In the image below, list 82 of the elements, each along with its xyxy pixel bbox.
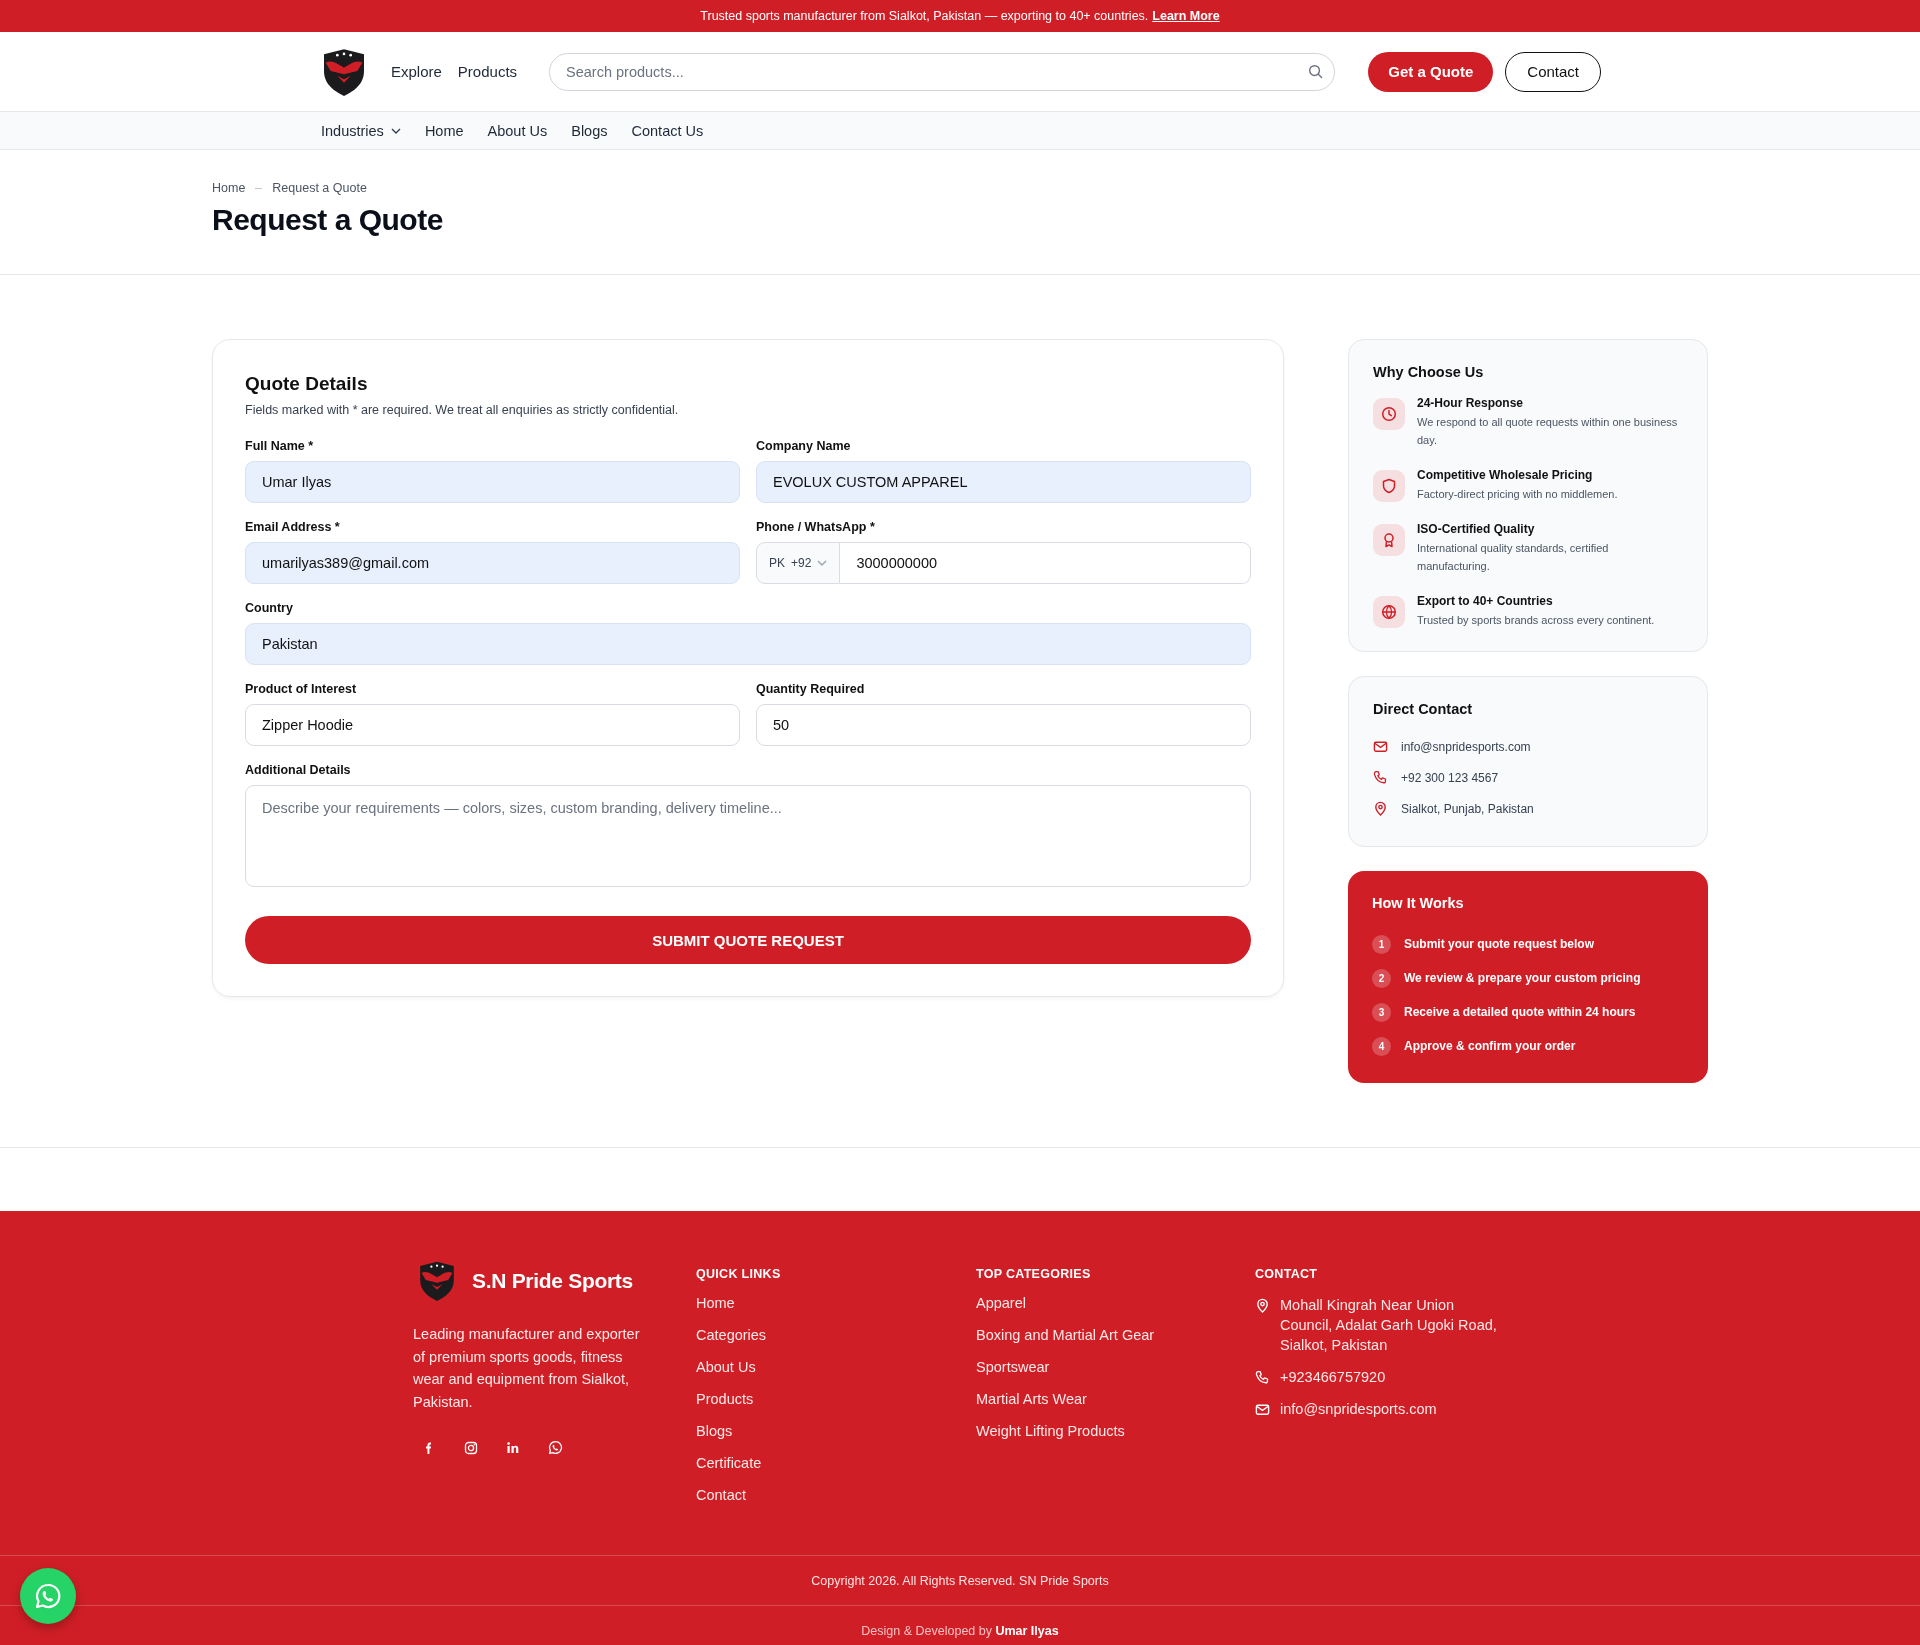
contact-text: info@snpridesports.com: [1280, 1400, 1437, 1419]
menu-link[interactable]: Contact Us: [631, 122, 704, 139]
footer-link[interactable]: Blogs: [696, 1423, 733, 1439]
whatsapp-icon: [34, 1582, 62, 1610]
feature-title: ISO-Certified Quality: [1417, 522, 1536, 536]
column-heading: CONTACT: [1255, 1267, 1319, 1281]
caret-icon: [817, 560, 828, 566]
feature-title: Export to 40+ Countries: [1417, 594, 1554, 608]
contact-text: Mohall Kingrah Near Union Council, Adalat Garh Ugoki Road, Sialkot, Pakistan: [1280, 1296, 1498, 1355]
brand-description: Leading manufacturer and exporter of premium sports goods, fitness wear and equipment from Sialkot, Pakistan.: [413, 1325, 641, 1412]
breadcrumb-link[interactable]: Home: [212, 181, 246, 195]
clock-icon: [1381, 406, 1397, 422]
footer-link[interactable]: Home: [696, 1295, 735, 1311]
footer-link[interactable]: Martial Arts Wear: [976, 1391, 1087, 1407]
footer-link[interactable]: Contact: [696, 1487, 746, 1503]
field-label: Full Name *: [245, 439, 315, 453]
feature-text: Trusted by sports brands across every continent.: [1417, 613, 1655, 628]
field-label: Product of Interest: [245, 682, 358, 696]
globe-icon: [1381, 604, 1397, 620]
input-field[interactable]: Zipper Hoodie: [245, 704, 740, 746]
page-title: Request a Quote: [212, 203, 444, 237]
feature-text: We respond to all quote requests within one business day.: [1417, 415, 1679, 448]
input-field[interactable]: Pakistan: [245, 623, 1251, 665]
quote-button[interactable]: Get a Quote: [1368, 51, 1494, 92]
copyright-text: Copyright 2026. All Rights Reserved. SN Pride Sports: [811, 1573, 1109, 1588]
step-text: Receive a detailed quote within 24 hours: [1404, 1005, 1636, 1019]
form-title: Quote Details: [245, 373, 369, 395]
card-title: How It Works: [1372, 895, 1465, 911]
column-heading: QUICK LINKS: [696, 1267, 782, 1281]
footer-link[interactable]: Weight Lifting Products: [976, 1423, 1125, 1439]
phone-field[interactable]: 3000000000: [840, 542, 1251, 584]
nav-link[interactable]: Products: [457, 63, 518, 80]
country-code-select[interactable]: PK +92: [756, 542, 841, 584]
field-label: Quantity Required: [756, 682, 866, 696]
search-icon: [1308, 63, 1324, 79]
input-field[interactable]: 50: [756, 704, 1251, 746]
contact-text: Sialkot, Punjab, Pakistan: [1401, 801, 1534, 816]
contact-button[interactable]: Contact: [1505, 51, 1601, 92]
card-title: Why Choose Us: [1373, 364, 1485, 380]
footer-link[interactable]: Products: [696, 1391, 754, 1407]
announcement-text: Trusted sports manufacturer from Sialkot, Pakistan — exporting to 40+ countries.: [700, 9, 1149, 23]
menu-link[interactable]: Blogs: [571, 122, 608, 139]
step-text: Submit your quote request below: [1404, 937, 1594, 951]
shield-icon: [1381, 478, 1397, 494]
card-title: Direct Contact: [1373, 701, 1474, 717]
feature-title: 24-Hour Response: [1417, 396, 1525, 410]
input-field[interactable]: umarilyas389@gmail.com: [245, 542, 740, 584]
award-icon: [1381, 532, 1397, 548]
credit-text: Design & Developed by Umar Ilyas: [861, 1623, 1059, 1638]
footer-link[interactable]: Categories: [696, 1327, 767, 1343]
menu-link[interactable]: Industries: [321, 122, 401, 139]
field-label: Company Name: [756, 439, 852, 453]
contact-text: info@snpridesports.com: [1401, 739, 1531, 754]
field-label: Country: [245, 601, 294, 615]
step-text: We review & prepare your custom pricing: [1404, 971, 1641, 985]
input-field[interactable]: EVOLUX CUSTOM APPAREL: [756, 461, 1251, 503]
footer-link[interactable]: Sportswear: [976, 1359, 1050, 1375]
footer-link[interactable]: About Us: [696, 1359, 756, 1375]
footer-link[interactable]: Boxing and Martial Art Gear: [976, 1327, 1155, 1343]
step-text: Approve & confirm your order: [1404, 1039, 1576, 1053]
input-field[interactable]: Umar Ilyas: [245, 461, 740, 503]
menu-link[interactable]: About Us: [487, 122, 548, 139]
feature-title: Competitive Wholesale Pricing: [1417, 468, 1594, 482]
menu-link[interactable]: Home: [424, 122, 464, 139]
details-field[interactable]: Describe your requirements — colors, sizes, custom branding, delivery timeline...: [245, 785, 1251, 887]
submit-button[interactable]: SUBMIT QUOTE REQUEST: [245, 916, 1251, 964]
field-label: Email Address *: [245, 520, 341, 534]
feature-text: International quality standards, certified manufacturing.: [1417, 541, 1610, 574]
search-field[interactable]: Search products...: [549, 52, 1336, 91]
form-note: Fields marked with * are required. We treat all enquiries as strictly confidential.: [245, 403, 680, 417]
nav-link[interactable]: Explore: [391, 63, 442, 80]
brand-name: S.N Pride Sports: [472, 1269, 633, 1294]
learn-more-link[interactable]: Learn More: [1152, 9, 1220, 23]
contact-text: +92 300 123 4567: [1401, 770, 1499, 785]
breadcrumb-current: Request a Quote: [272, 181, 367, 195]
column-heading: TOP CATEGORIES: [976, 1267, 1092, 1281]
field-label: Phone / WhatsApp *: [756, 520, 876, 534]
footer-link[interactable]: Certificate: [696, 1455, 762, 1471]
footer-link[interactable]: Apparel: [976, 1295, 1026, 1311]
field-label: Additional Details: [245, 763, 352, 777]
contact-text: +923466757920: [1280, 1368, 1386, 1387]
feature-text: Factory-direct pricing with no middlemen.: [1417, 487, 1618, 502]
